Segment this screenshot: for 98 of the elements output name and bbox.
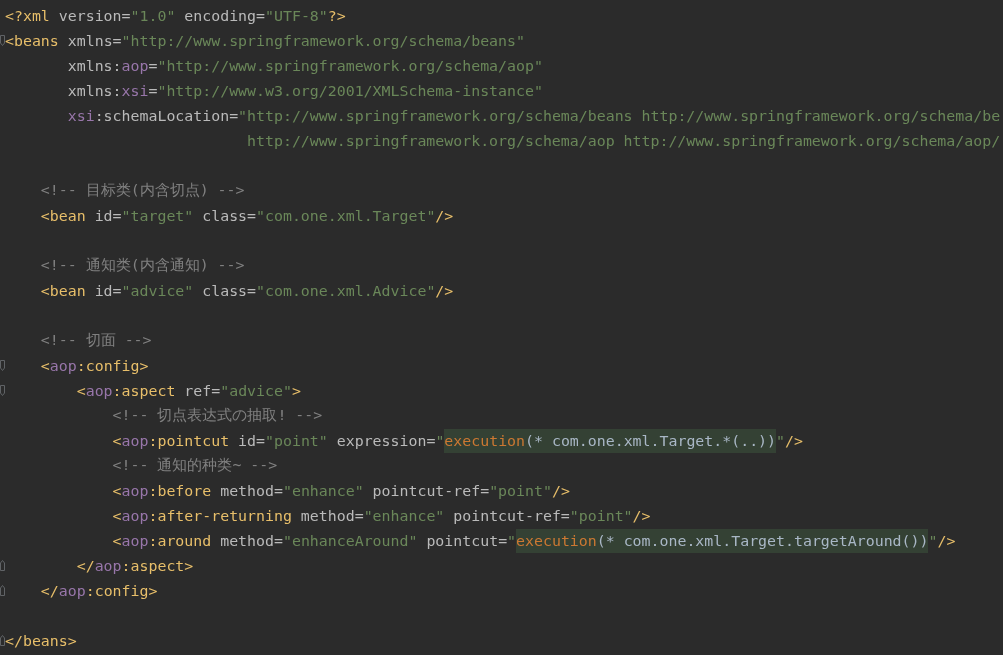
code-token: < <box>111 431 122 450</box>
code-token: "target" <box>121 206 195 225</box>
code-token: </ <box>75 556 95 575</box>
fold-marker-icon[interactable] <box>0 635 5 646</box>
code-comment: <!-- 切面 --> <box>39 331 152 350</box>
code-token: " <box>776 431 786 450</box>
code-token: method= <box>300 506 364 525</box>
code-token: < <box>111 506 122 525</box>
code-token: " <box>435 431 445 450</box>
code-token: :aspect> <box>121 556 194 575</box>
code-token: id= <box>94 206 122 225</box>
code-token: = <box>148 56 158 75</box>
code-token: "http://www.springframework.org/schema/beans http://www.springframework.org/schema/be <box>238 106 1001 125</box>
code-token: "enhanceAround" <box>282 531 419 550</box>
code-token: "com.one.xml.Advice" <box>256 281 436 300</box>
code-token: "advice" <box>220 381 292 400</box>
code-token: " <box>507 531 517 550</box>
code-token: pointcut-ref= <box>453 506 570 525</box>
code-token: aop <box>49 356 77 375</box>
fold-marker-icon[interactable] <box>0 560 5 571</box>
code-token: /> <box>551 481 570 500</box>
code-token: xsi <box>66 106 95 125</box>
code-token: :schemaLocation= <box>94 106 239 125</box>
code-token: <bean <box>39 281 87 300</box>
code-token: execution <box>516 528 597 553</box>
code-token: id= <box>94 281 122 300</box>
code-token: aop <box>121 56 149 75</box>
code-token: :pointcut <box>148 431 231 450</box>
fold-marker-icon[interactable] <box>0 360 5 371</box>
code-token: "point" <box>265 431 329 450</box>
code-token: ref= <box>184 381 221 400</box>
code-token: /> <box>435 206 454 225</box>
code-token: /> <box>632 506 651 525</box>
code-token: " <box>928 531 938 550</box>
code-token: "point" <box>489 481 552 500</box>
code-token: <bean <box>39 206 87 225</box>
code-token: < <box>39 356 50 375</box>
code-token: :after-returning <box>148 506 293 525</box>
code-token: xmlns= <box>67 31 122 50</box>
code-token: "1.0" <box>130 6 177 25</box>
code-token: /> <box>435 281 454 300</box>
code-token: /> <box>937 531 956 550</box>
code-token: (* com.one.xml.Target.*(..)) <box>525 428 777 453</box>
code-token: "enhance" <box>282 481 365 500</box>
code-token: xmlns: <box>66 81 122 100</box>
code-token: :config> <box>76 356 149 375</box>
code-token: ?> <box>327 6 346 25</box>
code-comment: <!-- 切点表达式の抽取! --> <box>111 406 323 425</box>
code-token: class= <box>202 281 257 300</box>
code-token: class= <box>202 206 257 225</box>
code-token: "point" <box>569 506 633 525</box>
code-token: aop <box>94 556 122 575</box>
code-token: "http://www.springframework.org/schema/beans" <box>121 31 525 50</box>
code-token: execution <box>444 428 526 453</box>
code-comment: <!-- 目标类(内含切点) --> <box>39 181 245 200</box>
code-token: /> <box>785 431 803 450</box>
fold-marker-icon[interactable] <box>0 385 5 396</box>
code-token: "com.one.xml.Target" <box>256 206 436 225</box>
code-token: <?xml <box>5 6 51 25</box>
code-token: "http://www.w3.org/2001/XMLSchema-instance" <box>157 81 543 100</box>
code-token: pointcut= <box>426 531 508 550</box>
code-token: method= <box>220 481 283 500</box>
code-token: expression= <box>336 431 436 450</box>
code-token: aop <box>121 431 149 450</box>
code-token: "enhance" <box>363 506 446 525</box>
code-token: http://www.springframework.org/schema/aop http://www.springframework.org/schema/aop/ <box>246 131 1001 150</box>
code-token: < <box>111 481 122 500</box>
code-token: <beans <box>5 31 60 50</box>
code-token: :config> <box>85 581 158 600</box>
code-token: pointcut-ref= <box>372 481 490 500</box>
code-token: aop <box>58 581 86 600</box>
code-token: < <box>111 531 122 550</box>
code-token: "UTF-8" <box>265 6 328 25</box>
code-token: > <box>291 381 301 400</box>
code-token: aop <box>121 531 149 550</box>
code-token: xsi <box>121 81 149 100</box>
code-token: (* com.one.xml.Target.targetAround()) <box>596 528 929 553</box>
code-token: </ <box>39 581 59 600</box>
code-token: version= <box>58 6 131 25</box>
code-token: </beans> <box>5 631 77 650</box>
code-token: :aspect <box>112 381 177 400</box>
code-token: :before <box>148 481 213 500</box>
code-token: "advice" <box>121 281 195 300</box>
code-token: aop <box>121 506 149 525</box>
code-token: method= <box>220 531 283 550</box>
code-token: < <box>75 381 86 400</box>
code-token: aop <box>121 481 149 500</box>
fold-marker-icon[interactable] <box>0 585 5 596</box>
code-token: xmlns: <box>66 56 122 75</box>
code-token: encoding= <box>184 6 265 25</box>
code-token: :around <box>148 531 213 550</box>
code-token: aop <box>85 381 113 400</box>
code-token: id= <box>238 431 265 450</box>
code-token: "http://www.springframework.org/schema/aop" <box>157 56 543 75</box>
code-comment: <!-- 通知的种类~ --> <box>111 456 278 475</box>
fold-marker-icon[interactable] <box>0 35 5 46</box>
code-token: = <box>148 81 158 100</box>
code-comment: <!-- 通知类(内含通知) --> <box>39 256 245 275</box>
